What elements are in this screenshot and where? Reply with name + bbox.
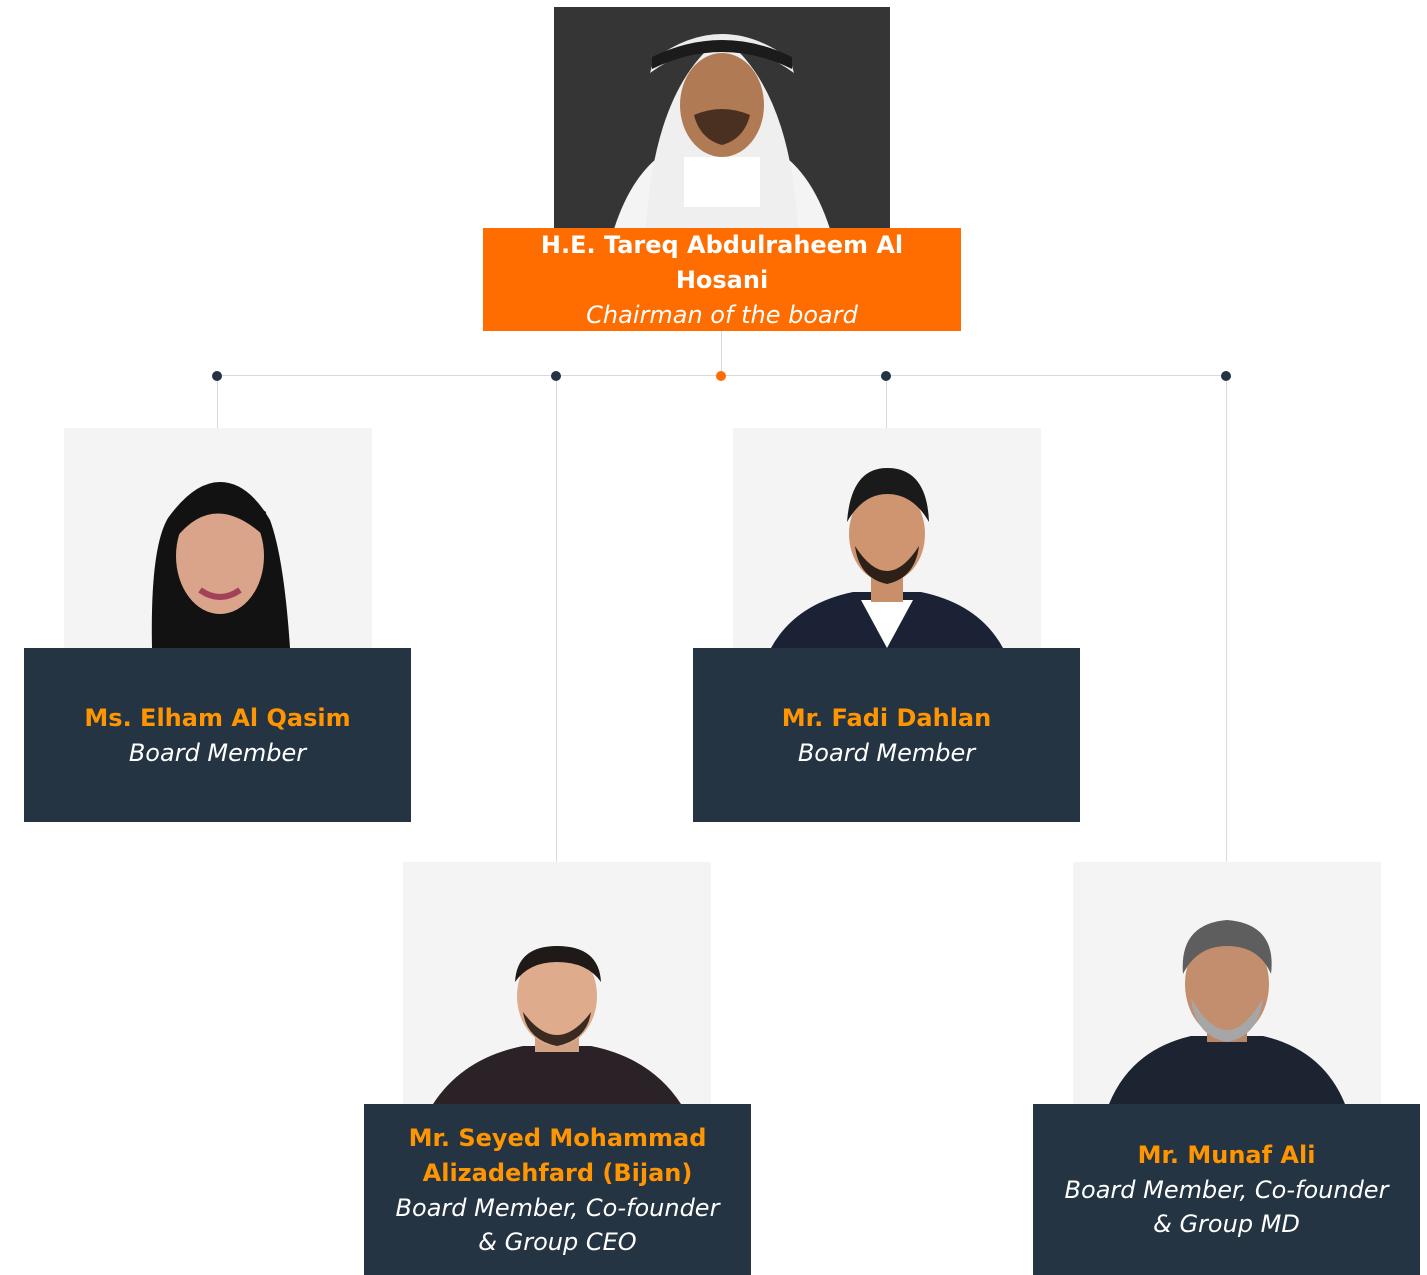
member-card-bijan: Mr. Seyed Mohammad Alizadehfard (Bijan) … [364, 1104, 751, 1275]
connector-line [886, 376, 887, 428]
chairman-card: H.E. Tareq Abdulraheem Al Hosani Chairma… [483, 228, 961, 331]
man-blazer-portrait-icon [771, 468, 1003, 648]
connector-line [217, 376, 218, 428]
member-role: Board Member [797, 738, 976, 767]
member-role: Board Member, Co-founder & Group MD [1064, 1176, 1389, 1238]
connector-dot [212, 371, 222, 381]
connector-dot [1221, 371, 1231, 381]
chairman-portrait-icon [614, 34, 830, 229]
member-photo-bijan [403, 862, 711, 1104]
member-photo-fadi [733, 428, 1041, 648]
member-name: Mr. Seyed Mohammad Alizadehfard (Bijan) [408, 1123, 707, 1187]
connector-dot [551, 371, 561, 381]
chairman-photo [554, 7, 890, 229]
member-name: Mr. Fadi Dahlan [781, 703, 992, 732]
man-grey-beard-portrait-icon [1109, 920, 1345, 1104]
member-photo-munaf [1073, 862, 1381, 1104]
connector-dot [716, 371, 726, 381]
member-name: Ms. Elham Al Qasim [84, 703, 351, 732]
member-role: Board Member, Co-founder & Group CEO [395, 1193, 720, 1256]
connector-dot [881, 371, 891, 381]
connector-line [556, 376, 557, 862]
chairman-name: H.E. Tareq Abdulraheem Al Hosani [540, 230, 904, 294]
woman-hijab-portrait-icon [151, 482, 290, 648]
member-card-fadi: Mr. Fadi Dahlan Board Member [693, 648, 1080, 822]
connector-line [721, 331, 722, 376]
chairman-role: Chairman of the board [586, 300, 858, 329]
member-role: Board Member [128, 738, 307, 767]
man-dark-shirt-portrait-icon [433, 946, 681, 1104]
member-card-elham: Ms. Elham Al Qasim Board Member [24, 648, 411, 822]
connector-line [1226, 376, 1227, 862]
member-card-munaf: Mr. Munaf Ali Board Member, Co-founder &… [1033, 1104, 1420, 1275]
member-name: Mr. Munaf Ali [1137, 1141, 1316, 1169]
member-photo-elham [64, 428, 372, 648]
